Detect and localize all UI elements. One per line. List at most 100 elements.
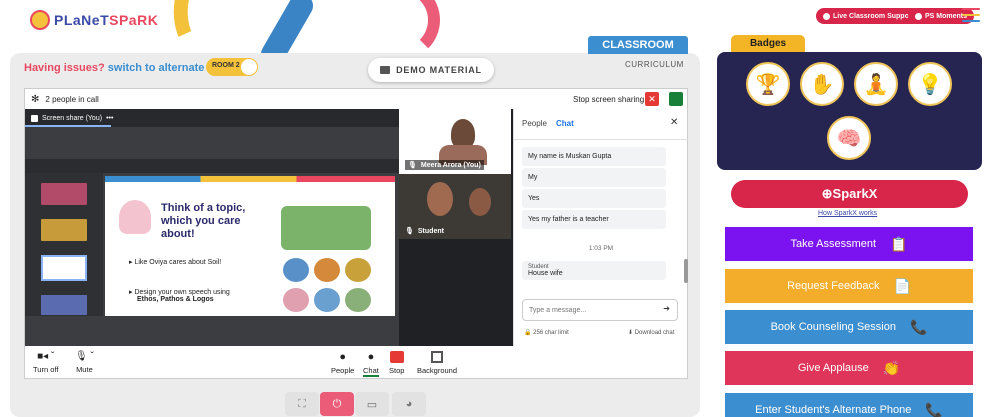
demo-material-button[interactable]: DEMO MATERIAL [368, 58, 494, 82]
monitor-icon: ▭ [366, 398, 378, 411]
screen-share-label: Screen share (You) [42, 114, 103, 122]
classroom-tab[interactable]: CLASSROOM [588, 36, 688, 54]
teacher-tile-label: Meera Arora (You) [420, 161, 481, 169]
curriculum-tab[interactable]: CURRICULUM [625, 60, 684, 69]
mic-icon: 🎙 [408, 162, 417, 169]
more-options-icon[interactable]: ••• [106, 115, 113, 122]
gear-icon[interactable]: ✻ [31, 94, 39, 105]
person-icon: ● [339, 351, 346, 363]
room-toggle[interactable]: ROOM 2 [206, 58, 258, 76]
people-label: People [331, 366, 355, 375]
camera-toggle[interactable]: ■◂ ˇ Turn off [33, 351, 58, 374]
message-text: House wife [528, 270, 563, 277]
slides-toolbar [25, 159, 399, 173]
clipboard-icon: 📋 [890, 235, 908, 252]
ps-moments-label: PS Moments [925, 12, 968, 20]
document-icon: 📄 [893, 277, 911, 294]
support-icon [823, 12, 830, 20]
screen-share-header: Screen share (You) ••• [25, 109, 399, 127]
student-tile-label: Student [417, 227, 444, 235]
fullscreen-button[interactable]: ⛶ [285, 392, 319, 416]
badge-yoga-icon[interactable]: 🧘 [854, 62, 898, 106]
background-label: Background [417, 366, 458, 375]
issue-text: Having issues? switch to alternate room [24, 62, 235, 74]
stop-share-control[interactable]: Stop [389, 351, 404, 375]
book-counseling-label: Book Counseling Session [770, 321, 896, 333]
slide-title: Think of a topic, which you care about! [161, 202, 246, 240]
camera-icon: ■◂ ˇ [37, 351, 55, 362]
give-applause-label: Give Applause [797, 362, 869, 374]
sparkx-label: SparkX [832, 186, 878, 201]
background-control[interactable]: Background [417, 351, 457, 375]
stop-share-icon [389, 351, 404, 363]
stop-sharing-close-icon[interactable]: ✕ [645, 92, 659, 106]
book-counseling-button[interactable]: Book Counseling Session 📞 [725, 310, 973, 344]
palette-button[interactable]: ◕ [392, 392, 426, 416]
give-applause-button[interactable]: Give Applause 👏 [725, 351, 973, 385]
slide-point-2: ▸ Design your own speech using Ethos, Pat… [129, 289, 230, 303]
chat-input-box[interactable]: ➔ [522, 299, 678, 321]
slide-point-1: ▸ Like Oviya cares about Soil! [129, 259, 222, 266]
microphone-icon: 🎙 ˇ [75, 351, 94, 362]
take-assessment-button[interactable]: Take Assessment 📋 [725, 227, 973, 261]
room-toggle-label: ROOM 2 [212, 62, 240, 69]
chat-label: Chat [363, 366, 379, 375]
presentation-slide: Think of a topic, which you care about! … [105, 176, 395, 316]
video-stage: Screen share (You) ••• Think of a topic,… [25, 109, 513, 346]
toggle-knob [241, 59, 257, 75]
chat-scrollbar[interactable] [684, 259, 688, 283]
mic-toggle[interactable]: 🎙 ˇ Mute [75, 351, 94, 374]
fullscreen-icon: ⛶ [298, 397, 306, 410]
badge-idea-icon[interactable]: 💡 [908, 62, 952, 106]
how-sparkx-link[interactable]: How SparkX works [818, 210, 877, 217]
phone-icon: 📞 [909, 318, 928, 335]
palette-icon: ◕ [405, 398, 413, 410]
people-control[interactable]: ● People [331, 351, 354, 375]
mute-label: Mute [76, 365, 93, 374]
download-chat-link[interactable]: ⬇ Download chat [628, 329, 674, 336]
logo-text-b: SPaRK [109, 12, 159, 28]
stop-label: Stop [389, 366, 405, 375]
planetspark-logo: PLaNeTSPaRK [30, 10, 158, 30]
turn-off-label: Turn off [33, 365, 59, 374]
decorative-ring [360, 0, 440, 60]
power-button[interactable]: ⏻ [320, 392, 354, 416]
tab-chat[interactable]: Chat [556, 119, 574, 128]
phone-icon: 📞 [925, 401, 943, 417]
live-support-button[interactable]: Live Classroom Support [816, 8, 921, 24]
chat-input[interactable] [529, 303, 649, 317]
chat-message: My name is Muskan Gupta [522, 147, 666, 166]
slide-illustration [281, 206, 371, 250]
chat-message: Yes my father is a teacher [522, 210, 666, 229]
sharing-status-icon[interactable] [669, 92, 683, 106]
shared-screen: Think of a topic, which you care about! … [25, 127, 399, 346]
chat-bubble-icon: ● [367, 351, 375, 363]
power-icon: ⏻ [332, 397, 342, 410]
hamburger-menu-icon[interactable] [962, 8, 980, 26]
student-video-tile[interactable]: 🎙 Student [399, 174, 511, 239]
people-count: 2 people in call [45, 94, 99, 104]
tab-people[interactable]: People [522, 119, 547, 128]
slide-icon-grid [283, 258, 373, 312]
alternate-phone-button[interactable]: Enter Student's Alternate Phone 📞 [725, 393, 973, 417]
folder-icon [380, 66, 391, 74]
slide-thumbnails [25, 173, 103, 316]
send-icon[interactable]: ➔ [663, 304, 670, 313]
last-chat-message: Student House wife [522, 261, 666, 280]
badge-brain-icon[interactable]: 🧠 [827, 116, 871, 160]
moments-icon [915, 12, 922, 20]
badges-tab[interactable]: Badges [731, 35, 805, 53]
screen-button[interactable]: ▭ [355, 392, 389, 416]
teacher-video-tile[interactable]: 🎙 Meera Arora (You) [399, 109, 511, 174]
meeting-window: ✻ 2 people in call Stop screen sharing ✕… [24, 88, 688, 379]
close-chat-icon[interactable]: ✕ [670, 117, 678, 128]
chat-panel: People Chat ✕ My name is Muskan Gupta My… [513, 109, 688, 346]
logo-text-a: PLaNeT [54, 12, 110, 28]
chat-control[interactable]: ● Chat [363, 351, 379, 377]
issue-label: Having issues? [24, 62, 105, 74]
badge-trophy-icon[interactable]: 🏆 [746, 62, 790, 106]
demo-material-label: DEMO MATERIAL [396, 65, 482, 75]
request-feedback-button[interactable]: Request Feedback 📄 [725, 269, 973, 303]
sparkx-button[interactable]: ⊕SparkX [731, 180, 968, 208]
badge-hand-icon[interactable]: ✋ [800, 62, 844, 106]
